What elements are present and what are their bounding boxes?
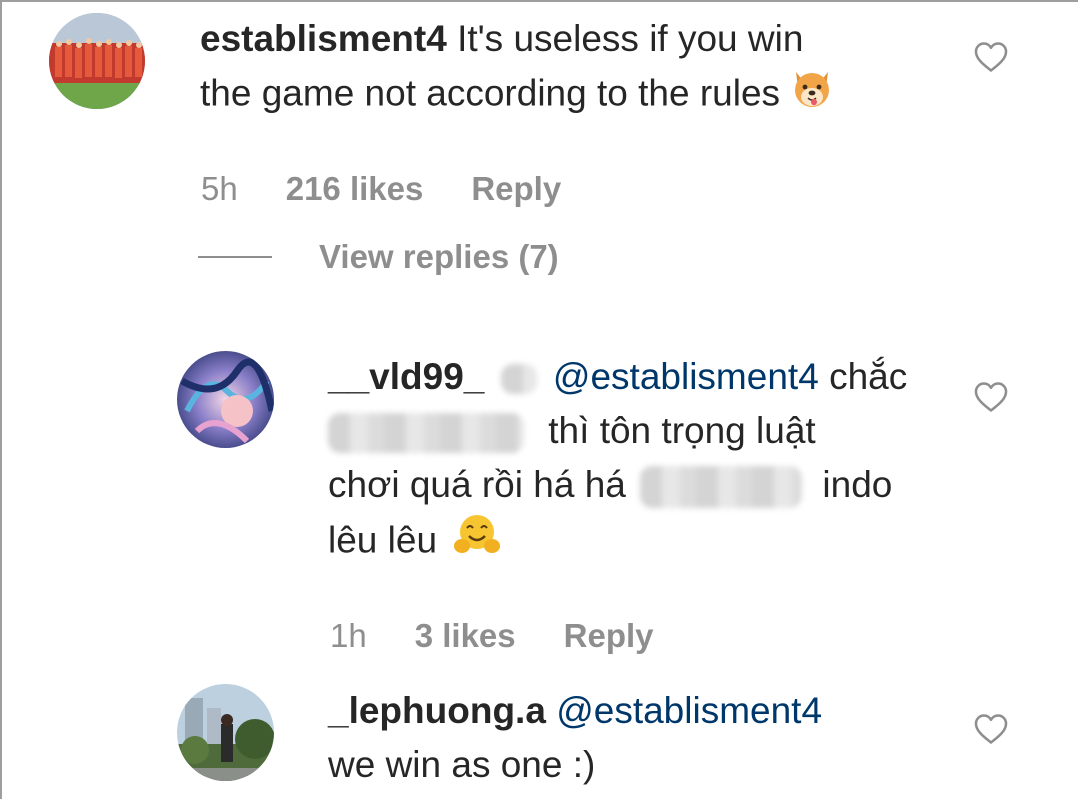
redacted-text (328, 413, 524, 454)
reply-text-segment: indo (822, 464, 893, 505)
view-replies-toggle[interactable]: View replies (7) (198, 238, 559, 276)
view-replies-label[interactable]: View replies (7) (319, 238, 559, 276)
mention-link[interactable]: @establisment4 (556, 690, 822, 731)
like-heart-icon[interactable] (972, 710, 1010, 748)
comment-text-line: It's useless if you win (457, 18, 804, 59)
dog-face-emoji (790, 66, 834, 125)
reply-text-segment: thì tôn trọng luật (548, 410, 816, 451)
reply-username[interactable]: __vld99_ (328, 356, 484, 397)
reply-body: _lephuong.a @establisment4 we win as one… (328, 684, 822, 792)
reply-text-line: we win as one :) (328, 744, 596, 785)
reply-body: __vld99_ @establisment4 chắc thì tôn trọ… (328, 350, 907, 573)
comment-time: 5h (201, 170, 238, 207)
mention-link[interactable]: @establisment4 (553, 356, 819, 397)
reply-text-segment: chắc (829, 356, 908, 397)
avatar-establisment4[interactable] (49, 13, 145, 109)
comment-meta: 5h 216 likes Reply (201, 170, 561, 208)
hugging-face-emoji (453, 512, 501, 573)
reply-button[interactable]: Reply (471, 170, 561, 208)
comment-body: establisment4 It's useless if you win th… (200, 12, 834, 125)
avatar-lephuong[interactable] (177, 684, 274, 781)
reply-text-segment: chơi quá rồi há há (328, 464, 626, 505)
reply-button[interactable]: Reply (564, 617, 654, 655)
comment-text-line: the game not according to the rules (200, 72, 781, 114)
comment-username[interactable]: establisment4 (200, 18, 447, 59)
reply-time: 1h (330, 617, 367, 654)
reply-username[interactable]: _lephuong.a (328, 690, 546, 731)
avatar-vld99[interactable] (177, 351, 274, 448)
replies-divider (198, 256, 272, 258)
reply-meta: 1h 3 likes Reply (330, 617, 654, 655)
reply-text-segment: lêu lêu (328, 519, 438, 561)
comment-likes[interactable]: 216 likes (286, 170, 424, 208)
like-heart-icon[interactable] (972, 378, 1010, 416)
redacted-text (640, 466, 803, 509)
redacted-text (500, 364, 537, 395)
reply-likes[interactable]: 3 likes (415, 617, 516, 655)
like-heart-icon[interactable] (972, 38, 1010, 76)
